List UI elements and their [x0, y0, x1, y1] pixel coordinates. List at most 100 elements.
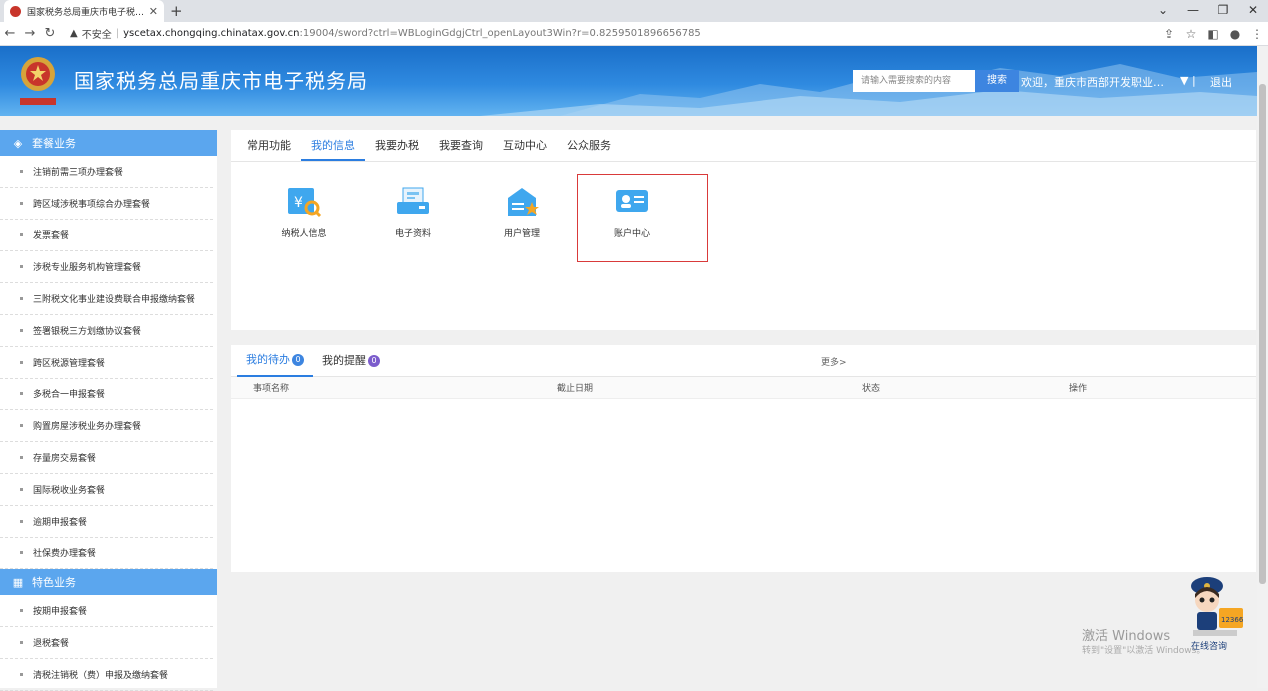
tab-search-icon[interactable]: ⌄ [1148, 0, 1178, 22]
address-bar: ← → ↻ ▲ 不安全 | yscetax.chongqing.chinatax… [0, 22, 1268, 46]
sidebar-item[interactable]: 清税注销税（费）申报及缴纳套餐 [0, 659, 213, 691]
forward-icon[interactable]: → [20, 26, 40, 41]
site-favicon-icon [10, 5, 21, 17]
welcome-user-text: 欢迎，重庆市西部开发职业培... [1021, 76, 1171, 89]
sidebar-item-label: 存量房交易套餐 [33, 454, 97, 465]
search-button[interactable]: 搜索 [975, 70, 1019, 92]
reload-icon[interactable]: ↻ [40, 26, 60, 41]
column-header: 事项名称 [253, 384, 290, 394]
tab-label: 我的待办 [246, 352, 290, 366]
sidebar-item[interactable]: 发票套餐 [0, 220, 213, 252]
sidebar-item[interactable]: 跨区税源管理套餐 [0, 347, 213, 379]
sidebar-item[interactable]: 存量房交易套餐 [0, 442, 213, 474]
close-tab-icon[interactable]: ✕ [149, 5, 158, 18]
user-dropdown-icon[interactable]: ▼ | [1180, 74, 1196, 87]
more-link[interactable]: 更多> [821, 355, 847, 368]
sidebar-section-special[interactable]: ▦ 特色业务 [0, 569, 217, 596]
sidebar-item-label: 社保费办理套餐 [33, 549, 97, 560]
back-icon[interactable]: ← [0, 26, 20, 41]
online-consult-mascot-icon[interactable]: 12366 在线咨询 [1185, 572, 1247, 654]
new-tab-button[interactable]: + [170, 2, 183, 20]
taxpayer-info-icon: ¥ [288, 188, 322, 218]
bullet-icon [20, 456, 23, 460]
tile-e-documents[interactable]: 电子资料 [358, 186, 468, 266]
sidebar-item[interactable]: 按期申报套餐 [0, 595, 213, 628]
browser-tab[interactable]: 国家税务总局重庆市电子税务局 ✕ [4, 0, 164, 22]
sidebar-item-label: 国际税收业务套餐 [33, 485, 106, 496]
window-controls: ⌄ — ❐ ✕ [1148, 0, 1268, 22]
sidebar-item-label: 按期申报套餐 [33, 607, 88, 618]
sidebar-item[interactable]: 涉税专业服务机构管理套餐 [0, 251, 213, 284]
sidebar-item-label: 多税合一申报套餐 [33, 390, 106, 401]
sidebar-item[interactable]: 跨区域涉税事项综合办理套餐 [0, 188, 213, 220]
url-field[interactable]: ▲ 不安全 | yscetax.chongqing.chinatax.gov.c… [66, 24, 1152, 44]
tab-my-todo[interactable]: 我的待办 0 [237, 345, 313, 377]
browser-tab-title: 国家税务总局重庆市电子税务局 [27, 7, 145, 18]
sidebar-item[interactable]: 国际税收业务套餐 [0, 474, 213, 506]
sidebar-item-label: 发票套餐 [33, 231, 70, 242]
page-scrollbar[interactable] [1257, 46, 1268, 688]
function-panel: 常用功能 我的信息 我要办税 我要查询 互动中心 公众服务 ¥ 纳税人信息 电子资料 用户… [231, 130, 1256, 330]
tab-3[interactable]: 我要查询 [429, 130, 493, 161]
bullet-icon [20, 641, 23, 645]
sidebar-item-label: 清税注销税（费）申报及缴纳套餐 [33, 670, 169, 681]
sidebar-item[interactable]: 购置房屋涉税业务办理套餐 [0, 410, 213, 443]
tab-4[interactable]: 互动中心 [493, 130, 557, 161]
column-header: 状态 [862, 384, 881, 394]
bullet-icon [20, 551, 23, 555]
column-header: 操作 [1069, 384, 1088, 394]
bullet-icon [20, 392, 23, 396]
mascot-label: 在线咨询 [1191, 640, 1227, 652]
bullet-icon [20, 609, 23, 613]
side-panel-icon[interactable]: ◧ [1202, 27, 1224, 41]
sidebar-item-label: 三附税文化事业建设费联合申报缴纳套餐 [33, 295, 196, 306]
insecure-label: 不安全 [81, 30, 112, 41]
minimize-icon[interactable]: — [1178, 0, 1208, 22]
tile-taxpayer-info[interactable]: ¥ 纳税人信息 [249, 186, 359, 266]
logout-link[interactable]: 退出 [1210, 74, 1232, 90]
sidebar-item-label: 跨区域涉税事项综合办理套餐 [33, 199, 151, 210]
bullet-icon [20, 265, 23, 269]
tab-my-reminders[interactable]: 我的提醒 0 [313, 346, 389, 376]
grid-icon: ▦ [12, 575, 24, 589]
url-path: :19004/sword?ctrl=WBLoginGdgjCtrl_openLa… [299, 28, 701, 39]
bookmark-star-icon[interactable]: ☆ [1180, 27, 1202, 41]
sidebar-list-special: 按期申报套餐退税套餐清税注销税（费）申报及缴纳套餐 [0, 595, 217, 691]
sidebar-item[interactable]: 签署银税三方划缴协议套餐 [0, 315, 213, 347]
browser-menu-icon[interactable]: ⋮ [1246, 27, 1268, 41]
tab-5[interactable]: 公众服务 [557, 130, 621, 161]
sidebar-item-label: 注销前需三项办理套餐 [33, 167, 124, 178]
sidebar: ◈ 套餐业务 注销前需三项办理套餐跨区域涉税事项综合办理套餐 发票套餐涉税专业服务… [0, 130, 217, 691]
profile-icon[interactable]: ● [1224, 27, 1246, 41]
sidebar-section-label: 特色业务 [32, 576, 76, 590]
site-header: 国家税务总局重庆市电子税务局 请输入需要搜索的内容 搜索 欢迎，重庆市西部开发职… [0, 46, 1257, 116]
sidebar-item-label: 涉税专业服务机构管理套餐 [33, 263, 142, 274]
sidebar-section-label: 套餐业务 [32, 137, 76, 150]
tile-label: 用户管理 [503, 229, 540, 239]
sidebar-item[interactable]: 多税合一申报套餐 [0, 379, 213, 411]
user-management-icon [508, 188, 539, 216]
search-input[interactable]: 请输入需要搜索的内容 [853, 70, 975, 92]
site-title: 国家税务总局重庆市电子税务局 [74, 69, 368, 93]
tab-0[interactable]: 常用功能 [237, 130, 301, 161]
column-header: 截止日期 [557, 384, 594, 394]
share-icon[interactable]: ⇪ [1158, 27, 1180, 41]
reminder-count-badge: 0 [368, 354, 380, 367]
sidebar-item[interactable]: 退税套餐 [0, 627, 213, 659]
sidebar-item[interactable]: 三附税文化事业建设费联合申报缴纳套餐 [0, 283, 213, 315]
tile-user-management[interactable]: 用户管理 [467, 186, 577, 266]
tab-1[interactable]: 我的信息 [301, 130, 365, 161]
bullet-icon [20, 519, 23, 523]
sidebar-item[interactable]: 逾期申报套餐 [0, 506, 213, 538]
sidebar-item[interactable]: 注销前需三项办理套餐 [0, 156, 213, 188]
maximize-icon[interactable]: ❐ [1208, 0, 1238, 22]
tax-emblem-icon [20, 57, 56, 105]
close-window-icon[interactable]: ✕ [1238, 0, 1268, 22]
e-documents-icon [397, 187, 429, 214]
sidebar-item[interactable]: 社保费办理套餐 [0, 538, 213, 570]
tab-2[interactable]: 我要办税 [365, 130, 429, 161]
scrollbar-thumb[interactable] [1259, 84, 1266, 584]
sidebar-section-package[interactable]: ◈ 套餐业务 [0, 130, 217, 156]
warning-icon: ▲ [70, 28, 78, 39]
bullet-icon [20, 201, 23, 205]
